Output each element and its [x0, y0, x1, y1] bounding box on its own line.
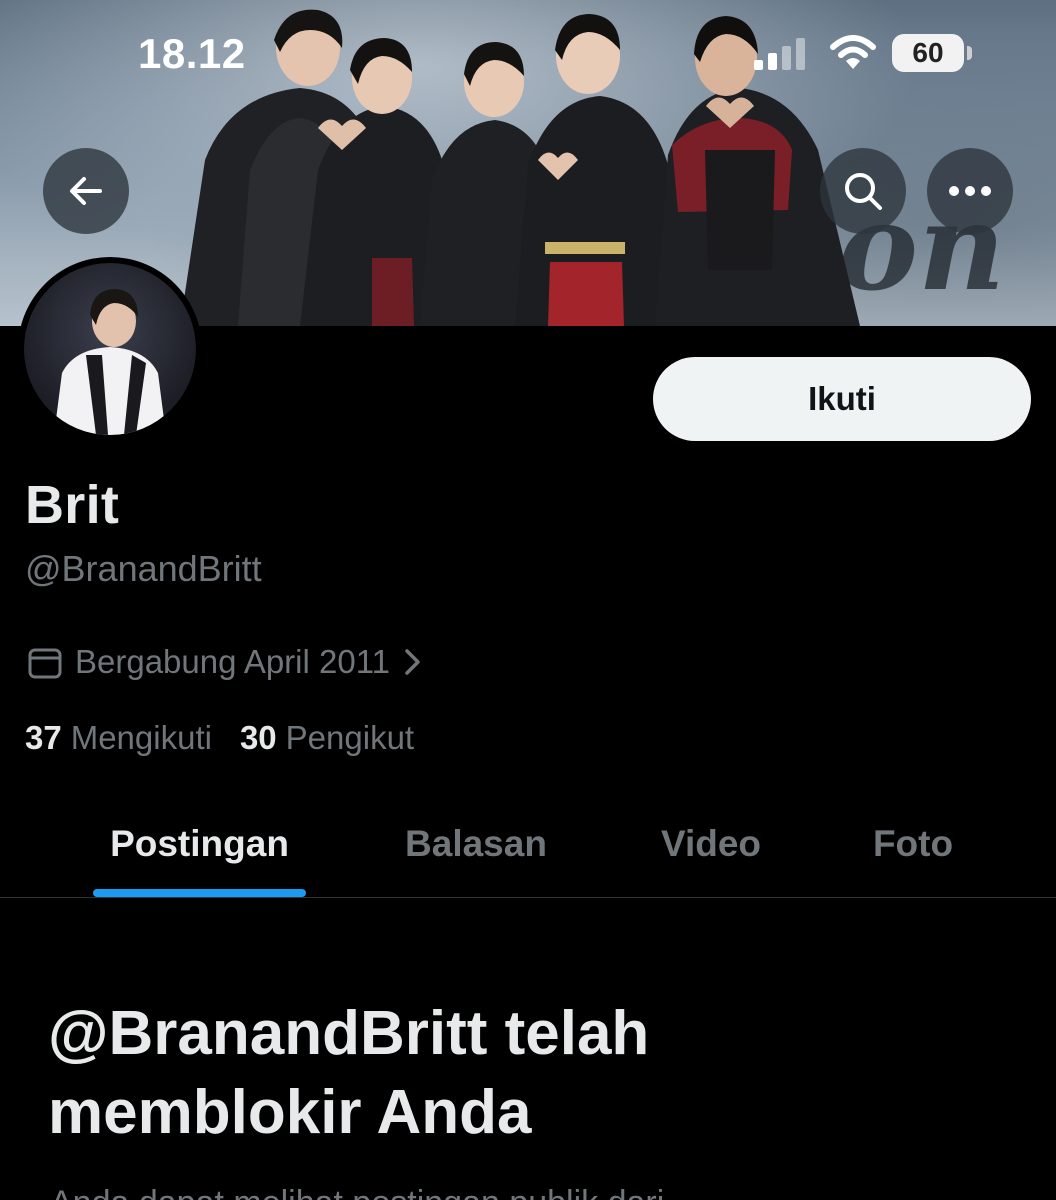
calendar-icon — [28, 648, 62, 679]
avatar-person-image — [54, 289, 166, 435]
followers-stat[interactable]: 30 Pengikut — [240, 719, 414, 757]
tab-photo[interactable]: Foto — [843, 790, 983, 898]
joined-date-text: Bergabung April 2011 — [75, 643, 390, 680]
tab-replies[interactable]: Balasan — [370, 790, 582, 898]
active-tab-indicator — [93, 889, 306, 897]
follow-stats: 37 Mengikuti 30 Pengikut — [25, 716, 414, 760]
battery-indicator: 60 — [892, 34, 972, 72]
profile-handle: @BranandBritt — [25, 548, 262, 589]
followers-count: 30 — [239, 719, 277, 756]
wifi-icon — [830, 35, 876, 69]
profile-avatar[interactable] — [18, 257, 202, 441]
joined-date-row[interactable]: Bergabung April 2011 — [27, 640, 424, 684]
following-label: Mengikuti — [70, 719, 212, 756]
back-button[interactable] — [43, 148, 129, 234]
arrow-left-icon — [70, 177, 102, 205]
blocked-title-line-2: memblokir Anda — [48, 1078, 532, 1147]
following-count: 37 — [25, 719, 62, 756]
profile-display-name: Brit — [25, 475, 120, 535]
more-options-button[interactable] — [927, 148, 1013, 234]
blocked-message-description: Anda dapat melihat postingan publik dari — [50, 1180, 950, 1200]
profile-screen: on 18.12 60 Ikuti Brit @BranandBritt Ber… — [0, 0, 1056, 1200]
search-icon — [845, 173, 882, 210]
more-horizontal-icon — [949, 186, 991, 196]
tab-posts[interactable]: Postingan — [93, 790, 306, 898]
follow-button[interactable]: Ikuti — [653, 357, 1031, 441]
blocked-title-line-1: @BranandBritt telah — [48, 999, 650, 1068]
following-stat[interactable]: 37 Mengikuti — [25, 719, 212, 757]
profile-tabs: Postingan Balasan Video Foto — [0, 790, 1056, 898]
followers-label: Pengikut — [285, 719, 415, 756]
avatar-photo — [24, 263, 196, 435]
cellular-signal-icon — [754, 38, 805, 70]
status-time: 18.12 — [138, 30, 246, 77]
tab-video[interactable]: Video — [630, 790, 792, 898]
search-button[interactable] — [820, 148, 906, 234]
chevron-right-icon — [405, 649, 420, 675]
blocked-message-title: @BranandBritt telah memblokir Anda — [48, 994, 948, 1152]
